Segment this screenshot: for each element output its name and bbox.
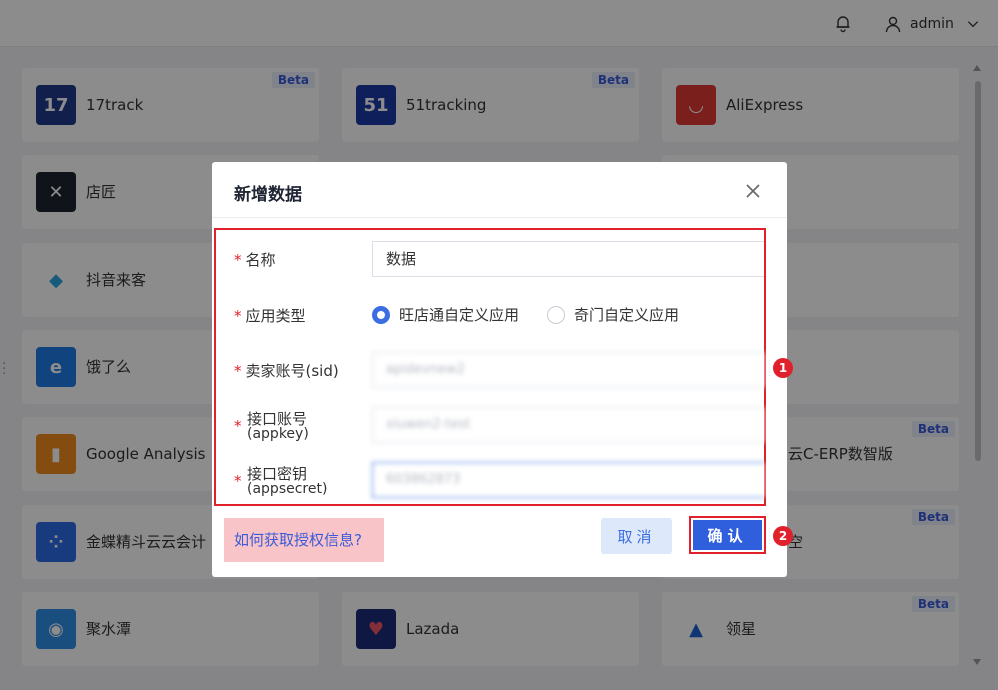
type-label: * 应用类型 — [234, 307, 306, 325]
radio-qimen[interactable]: 奇门自定义应用 — [547, 304, 679, 325]
radio-checked-icon — [372, 305, 390, 324]
appkey-sublabel: (appkey) — [247, 426, 309, 442]
add-data-dialog: 新增数据 * 名称 数据 * 应用类型 旺店通自定义应用 奇门自定义应用 * 卖家账号… — [212, 162, 787, 577]
name-input[interactable]: 数据 — [372, 241, 764, 277]
auth-help-link[interactable]: 如何获取授权信息? — [224, 518, 384, 562]
name-label: * 名称 — [234, 251, 276, 269]
cancel-button[interactable]: 取消 — [601, 518, 672, 554]
required-mark: * — [234, 472, 242, 490]
sid-label: * 卖家账号(sid) — [234, 362, 339, 380]
dialog-title: 新增数据 — [234, 185, 302, 205]
step-badge-2: 2 — [773, 526, 793, 546]
radio-wangdiantong[interactable]: 旺店通自定义应用 — [372, 304, 519, 325]
step-badge-1: 1 — [773, 358, 793, 378]
required-mark: * — [234, 417, 242, 435]
close-icon[interactable] — [744, 182, 762, 200]
appsecret-input[interactable]: 603862873 — [372, 462, 764, 498]
appkey-input[interactable]: xiuwen2-test — [372, 407, 764, 443]
sid-input[interactable]: apidevnew2 — [372, 352, 764, 388]
appsecret-row: 接口密钥 * (appsecret) 603862873 — [212, 462, 787, 498]
name-row: * 名称 数据 — [212, 241, 787, 277]
drag-handle-icon[interactable]: · · · — [2, 357, 6, 381]
type-row: * 应用类型 旺店通自定义应用 奇门自定义应用 — [212, 297, 787, 333]
dialog-header: 新增数据 — [212, 162, 787, 218]
radio-unchecked-icon — [547, 305, 565, 324]
appkey-row: 接口账号 * (appkey) xiuwen2-test — [212, 407, 787, 443]
confirm-button[interactable]: 确认 — [693, 520, 762, 550]
appsecret-sublabel: (appsecret) — [247, 481, 328, 497]
sid-row: * 卖家账号(sid) apidevnew2 — [212, 352, 787, 388]
